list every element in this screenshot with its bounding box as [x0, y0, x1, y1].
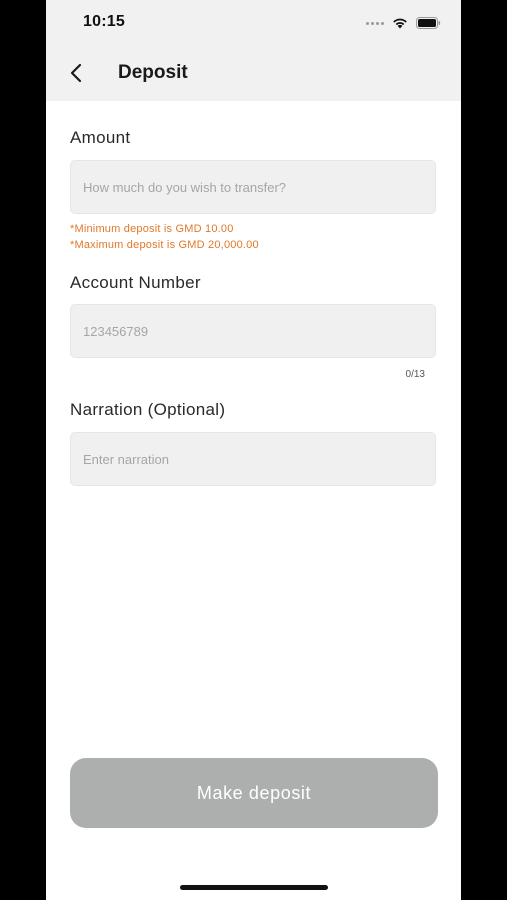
account-number-field-container: [70, 304, 436, 358]
account-number-label: Account Number: [70, 273, 201, 292]
account-number-input[interactable]: [71, 305, 435, 357]
minimum-deposit-hint: *Minimum deposit is GMD 10.00: [70, 223, 234, 235]
back-button[interactable]: [64, 61, 88, 85]
screen: 10:15 Deposit Amount *Minimu: [46, 0, 461, 900]
page-title: Deposit: [118, 62, 188, 83]
amount-label: Amount: [70, 128, 131, 147]
chevron-left-icon: [70, 63, 82, 83]
cellular-signal-icon: [366, 21, 384, 25]
home-indicator[interactable]: [180, 885, 328, 890]
make-deposit-button[interactable]: Make deposit: [70, 758, 438, 828]
top-bar: 10:15 Deposit: [46, 0, 461, 101]
amount-input[interactable]: [71, 161, 435, 213]
maximum-deposit-hint: *Maximum deposit is GMD 20,000.00: [70, 239, 259, 251]
status-time: 10:15: [83, 13, 125, 30]
wifi-icon: [393, 18, 407, 29]
narration-input[interactable]: [71, 433, 435, 485]
battery-icon: [416, 17, 441, 29]
status-icons: [366, 14, 441, 32]
account-number-char-counter: 0/13: [405, 369, 425, 380]
narration-field-container: [70, 432, 436, 486]
amount-field-container: [70, 160, 436, 214]
narration-label: Narration (Optional): [70, 400, 226, 419]
